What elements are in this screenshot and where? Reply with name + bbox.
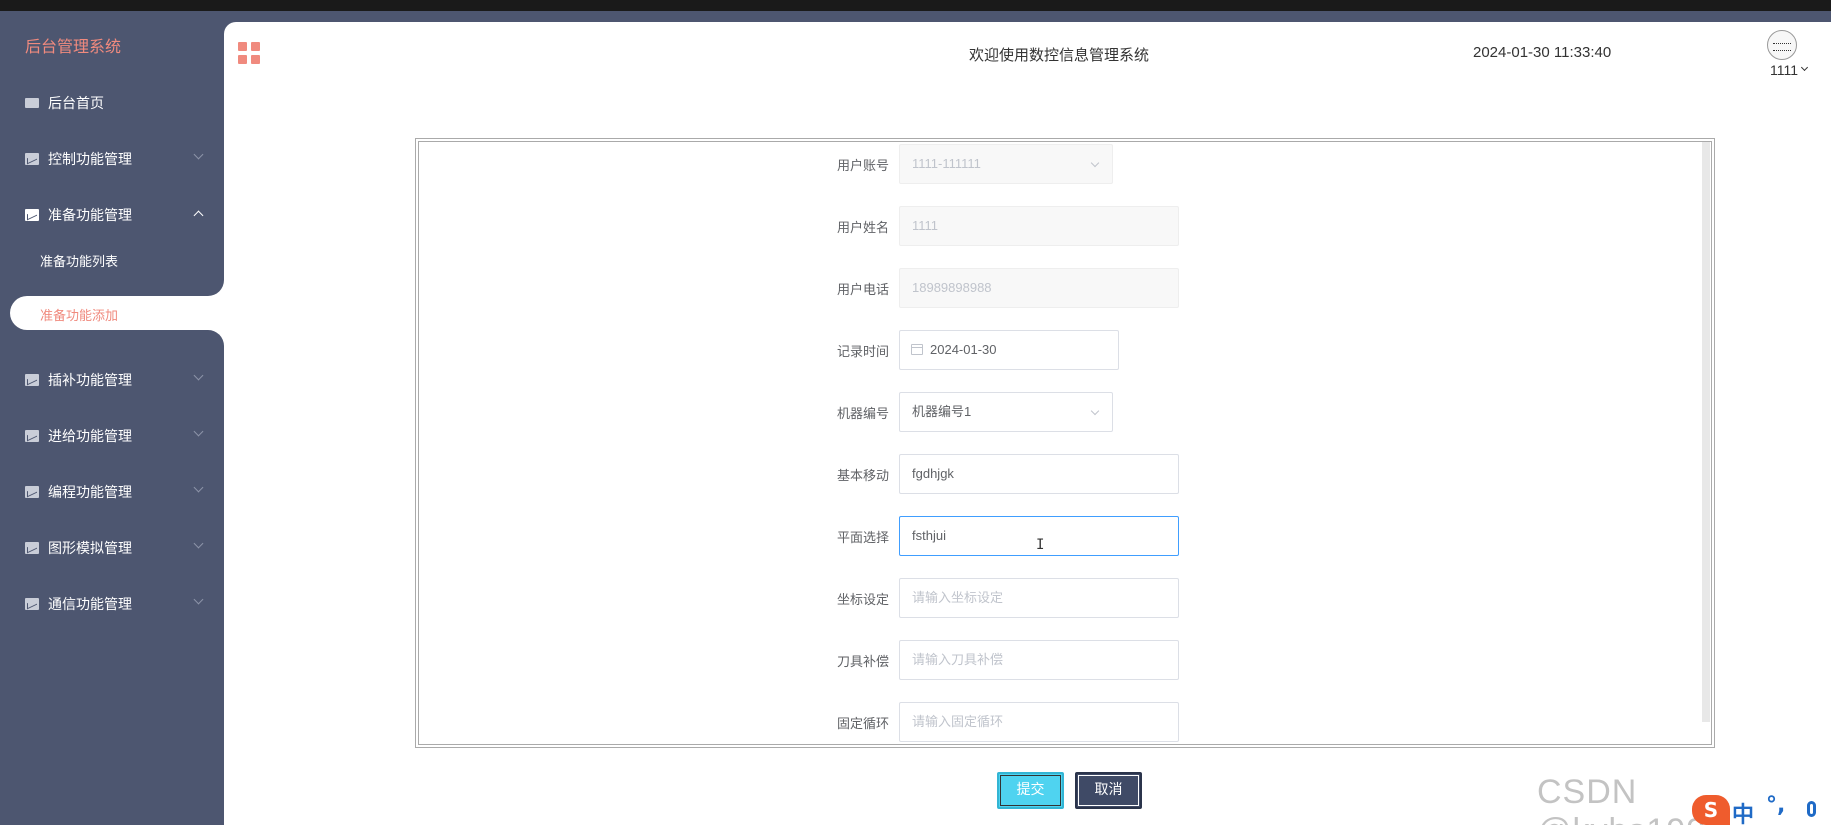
- form-scroll-area: 用户账号 1111-111111 用户姓名 1111 用户电话 18989898…: [418, 141, 1712, 745]
- form-row-coordinate: 坐标设定 请输入坐标设定: [419, 578, 1709, 618]
- calendar-icon: [911, 344, 923, 355]
- sidebar-item-control[interactable]: 控制功能管理: [0, 139, 224, 179]
- sidebar-item-label: 控制功能管理: [48, 152, 132, 168]
- chevron-down-icon: [193, 426, 204, 437]
- field-label: 机器编号: [836, 407, 889, 422]
- account-select: 1111-111111: [899, 144, 1113, 184]
- submenu-item-prepare-list[interactable]: 准备功能列表: [40, 251, 118, 270]
- user-name[interactable]: 1111: [1770, 62, 1798, 78]
- chart-icon: [25, 598, 39, 610]
- chart-icon: [25, 374, 39, 386]
- ime-toolbar[interactable]: S 中 °,: [1692, 793, 1831, 825]
- field-value: fgdhjgk: [912, 466, 954, 481]
- chart-icon: [25, 486, 39, 498]
- form-frame: 用户账号 1111-111111 用户姓名 1111 用户电话 18989898…: [415, 138, 1715, 748]
- phone-input: 18989898988: [899, 268, 1179, 308]
- text-cursor-icon: I: [1036, 537, 1044, 553]
- monitor-icon: [25, 98, 39, 108]
- sidebar-item-interpolation[interactable]: 插补功能管理: [0, 360, 224, 400]
- sidebar-item-prepare[interactable]: 准备功能管理: [0, 195, 224, 235]
- field-placeholder: 请输入刀具补偿: [912, 652, 1004, 667]
- basic-move-input[interactable]: fgdhjgk: [899, 454, 1179, 494]
- chart-icon: [25, 153, 39, 165]
- field-label: 用户电话: [836, 283, 889, 298]
- field-value: fsthjui: [912, 528, 946, 543]
- submenu-label: 准备功能添加: [40, 309, 119, 324]
- name-input: 1111: [899, 206, 1179, 246]
- field-label: 刀具补偿: [836, 655, 889, 670]
- main-panel: 欢迎使用数控信息管理系统 2024-01-30 11:33:40 1111 用户…: [224, 22, 1831, 825]
- sidebar-item-label: 编程功能管理: [48, 485, 132, 501]
- sidebar-item-label: 后台首页: [48, 96, 104, 112]
- ime-punctuation: °,: [1766, 793, 1786, 818]
- chevron-down-icon: [193, 149, 204, 160]
- record-date-picker[interactable]: 2024-01-30: [899, 330, 1119, 370]
- chart-icon: [25, 209, 39, 221]
- field-label: 基本移动: [836, 469, 889, 484]
- coordinate-input[interactable]: 请输入坐标设定: [899, 578, 1179, 618]
- chevron-down-icon: [193, 594, 204, 605]
- avatar[interactable]: [1767, 30, 1797, 60]
- window-top-bar: [0, 0, 1831, 11]
- tool-compensation-input[interactable]: 请输入刀具补偿: [899, 640, 1179, 680]
- form-row-machine: 机器编号 机器编号1: [419, 392, 1709, 432]
- field-label: 用户姓名: [836, 221, 889, 236]
- chevron-down-icon: [1090, 406, 1100, 416]
- chart-icon: [25, 430, 39, 442]
- page-title: 欢迎使用数控信息管理系统: [969, 46, 1150, 64]
- submenu-item-prepare-add[interactable]: 准备功能添加: [10, 296, 224, 330]
- form-row-basic-move: 基本移动 fgdhjgk: [419, 454, 1709, 494]
- chevron-down-icon[interactable]: [1800, 63, 1809, 72]
- active-pill-curve: [200, 280, 224, 296]
- field-placeholder: 请输入坐标设定: [912, 590, 1004, 605]
- chart-icon: [25, 542, 39, 554]
- header-datetime: 2024-01-30 11:33:40: [1473, 44, 1612, 61]
- sidebar-item-label: 图形模拟管理: [48, 541, 132, 557]
- sidebar-item-communication[interactable]: 通信功能管理: [0, 584, 224, 624]
- field-label: 平面选择: [836, 531, 889, 546]
- form-row-fixed-cycle: 固定循环 请输入固定循环: [419, 702, 1709, 742]
- form-row-phone: 用户电话 18989898988: [419, 268, 1709, 308]
- form-row-plane-select: 平面选择 fsthjui: [419, 516, 1709, 556]
- sidebar: 后台管理系统 后台首页 控制功能管理 准备功能管理 准备功能列表 插补功能管理 …: [0, 11, 224, 825]
- field-value: 1111: [912, 218, 939, 233]
- form-row-account: 用户账号 1111-111111: [419, 144, 1709, 184]
- field-label: 记录时间: [836, 345, 889, 360]
- sidebar-item-label: 插补功能管理: [48, 373, 132, 389]
- form-row-name: 用户姓名 1111: [419, 206, 1709, 246]
- sidebar-item-feed[interactable]: 进给功能管理: [0, 416, 224, 456]
- field-label: 坐标设定: [836, 593, 889, 608]
- field-label: 用户账号: [836, 159, 889, 174]
- chevron-down-icon: [193, 482, 204, 493]
- cancel-button[interactable]: 取消: [1075, 772, 1142, 809]
- chevron-up-icon: [193, 210, 204, 221]
- sidebar-item-label: 准备功能管理: [48, 208, 132, 224]
- ime-logo-icon: S: [1692, 795, 1730, 825]
- field-value: 18989898988: [912, 280, 992, 295]
- form-row-record-time: 记录时间 2024-01-30: [419, 330, 1709, 370]
- ime-mode: 中: [1732, 803, 1755, 825]
- chevron-down-icon: [193, 538, 204, 549]
- sidebar-item-programming[interactable]: 编程功能管理: [0, 472, 224, 512]
- chevron-down-icon: [193, 370, 204, 381]
- sidebar-item-label: 进给功能管理: [48, 429, 132, 445]
- machine-select[interactable]: 机器编号1: [899, 392, 1113, 432]
- field-value: 机器编号1: [912, 404, 972, 419]
- chevron-down-icon: [1090, 158, 1100, 168]
- field-value: 1111-111111: [912, 156, 981, 171]
- sidebar-item-graphics[interactable]: 图形模拟管理: [0, 528, 224, 568]
- field-placeholder: 请输入固定循环: [912, 714, 1004, 729]
- fixed-cycle-input[interactable]: 请输入固定循环: [899, 702, 1179, 742]
- sidebar-item-label: 通信功能管理: [48, 597, 132, 613]
- field-value: 2024-01-30: [930, 342, 997, 357]
- brand-title: 后台管理系统: [25, 37, 122, 56]
- form-row-tool-comp: 刀具补偿 请输入刀具补偿: [419, 640, 1709, 680]
- menu-grid-icon[interactable]: [238, 42, 260, 64]
- active-pill-curve: [200, 330, 224, 346]
- field-label: 固定循环: [836, 717, 889, 732]
- sidebar-item-home[interactable]: 后台首页: [0, 83, 224, 123]
- microphone-icon: [1807, 801, 1816, 817]
- submit-button[interactable]: 提交: [997, 772, 1064, 809]
